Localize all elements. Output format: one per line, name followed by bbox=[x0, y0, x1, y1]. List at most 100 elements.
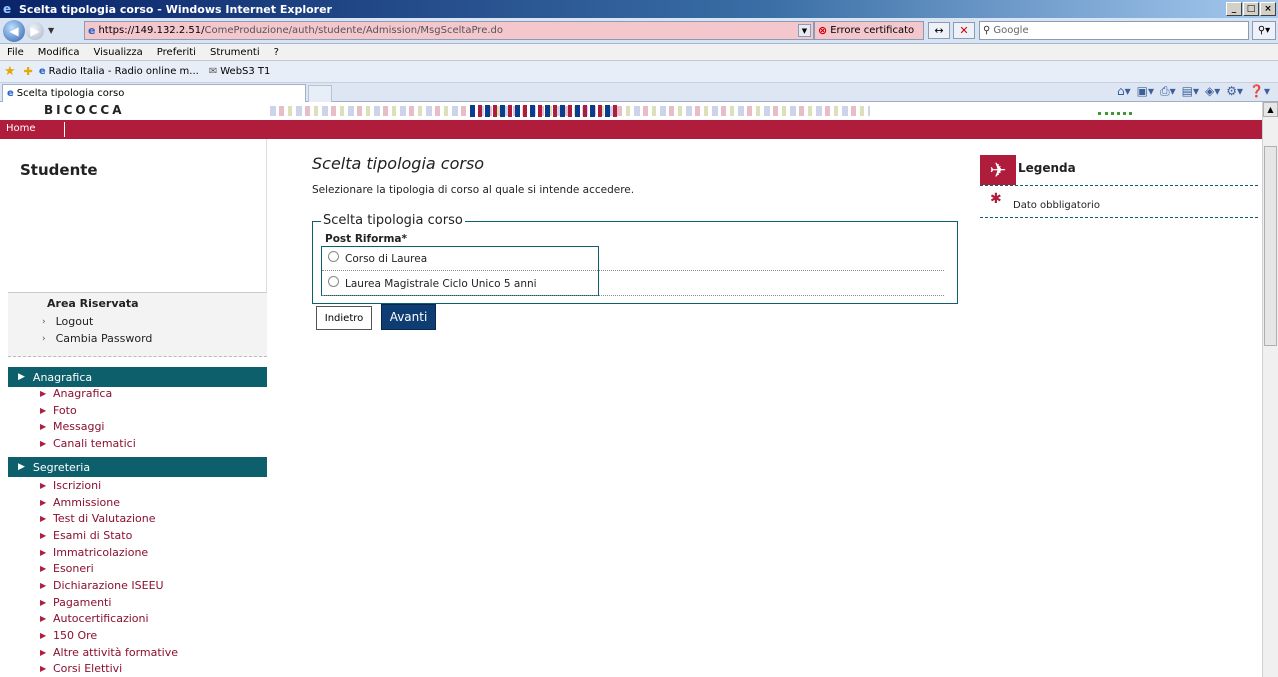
sidebar-item-foto[interactable]: ▶ Foto bbox=[8, 402, 267, 419]
sidebar-item-label: Corsi Elettivi bbox=[53, 662, 123, 676]
new-tab-button[interactable] bbox=[308, 85, 332, 102]
sidebar-item-label: Immatricolazione bbox=[53, 545, 149, 559]
legenda-divider bbox=[980, 217, 1258, 218]
area-riservata: Area Riservata › Logout › Cambia Passwor… bbox=[8, 292, 267, 357]
favorites-bar: ★ ✚ e Radio Italia - Radio online m... ✉… bbox=[0, 61, 1278, 83]
sidebar-item-test-di-valutazione[interactable]: ▶ Test di Valutazione bbox=[8, 510, 267, 527]
tab-label: Scelta tipologia corso bbox=[16, 88, 125, 99]
home-link[interactable]: Home bbox=[6, 123, 36, 134]
back-arrow-icon[interactable]: ◀ bbox=[3, 19, 25, 42]
favorites-star-icon[interactable]: ★ bbox=[4, 64, 16, 79]
menu-visualizza[interactable]: Visualizza bbox=[87, 47, 150, 58]
shield-warning-icon: ⊗ bbox=[818, 24, 828, 37]
tab-scelta-tipologia[interactable]: e Scelta tipologia corso bbox=[2, 84, 306, 102]
home-navbar: Home bbox=[0, 120, 1262, 139]
menu-arrow-icon: ▶ bbox=[40, 664, 47, 674]
stop-icon[interactable]: ✕ bbox=[953, 22, 975, 39]
sidebar-item-label: Pagamenti bbox=[53, 595, 112, 609]
sidebar-item-canali-tematici[interactable]: ▶ Canali tematici bbox=[8, 435, 267, 452]
window-controls: _ □ × bbox=[1226, 2, 1276, 16]
menu-arrow-icon: ▶ bbox=[40, 388, 47, 398]
option-corso-di-laurea[interactable]: Corso di Laurea bbox=[322, 247, 944, 271]
sidebar-item-pagamenti[interactable]: ▶ Pagamenti bbox=[8, 594, 267, 611]
print-icon[interactable]: ⎙▾ bbox=[1160, 84, 1176, 99]
tools-gear-icon[interactable]: ⚙▾ bbox=[1226, 84, 1243, 99]
menu-preferiti[interactable]: Preferiti bbox=[150, 47, 203, 58]
fieldset-legend: Scelta tipologia corso bbox=[321, 213, 465, 228]
option-laurea-magistrale[interactable]: Laurea Magistrale Ciclo Unico 5 anni bbox=[322, 272, 944, 296]
site-banner: BICOCCA bbox=[0, 102, 1262, 120]
menu-arrow-icon: ▶ bbox=[40, 547, 47, 557]
sidebar-item-label: Canali tematici bbox=[53, 436, 136, 450]
sidebar-item-150-ore[interactable]: ▶ 150 Ore bbox=[8, 627, 267, 644]
history-dropdown-icon[interactable]: ▼ bbox=[48, 26, 54, 35]
section-segreteria[interactable]: ▶ Segreteria bbox=[8, 457, 267, 477]
address-toolbar: ◀ ▶ ▼ e https://149.132.2.51/ComeProduzi… bbox=[0, 18, 1278, 44]
address-input[interactable]: e https://149.132.2.51/ComeProduzione/au… bbox=[84, 21, 814, 40]
minimize-button[interactable]: _ bbox=[1226, 2, 1242, 16]
search-go-button[interactable]: ⚲▾ bbox=[1252, 21, 1276, 40]
triangle-right-icon: ▶ bbox=[18, 372, 25, 382]
certificate-error-button[interactable]: ⊗ Errore certificato bbox=[814, 21, 924, 40]
sidebar-item-esoneri[interactable]: ▶ Esoneri bbox=[8, 560, 267, 577]
sidebar-item-autocertificazioni[interactable]: ▶ Autocertificazioni bbox=[8, 611, 267, 628]
address-dropdown-icon[interactable]: ▼ bbox=[798, 24, 811, 37]
sidebar-item-corsi-elettivi[interactable]: ▶ Corsi Elettivi bbox=[8, 661, 267, 677]
sidebar-item-altre-attivita-formative[interactable]: ▶ Altre attività formative bbox=[8, 644, 267, 661]
menu-strumenti[interactable]: Strumenti bbox=[203, 47, 267, 58]
favorite-label: Radio Italia - Radio online m... bbox=[48, 66, 199, 77]
maximize-button[interactable]: □ bbox=[1243, 2, 1259, 16]
sidebar-item-label: Esami di Stato bbox=[53, 528, 133, 542]
radio-corso-di-laurea[interactable] bbox=[328, 250, 339, 262]
change-password-link[interactable]: › Cambia Password bbox=[42, 332, 152, 345]
menu-arrow-icon: ▶ bbox=[40, 514, 47, 524]
sidebar-item-iscrizioni[interactable]: ▶ Iscrizioni bbox=[8, 477, 267, 494]
ie-icon: e bbox=[3, 1, 12, 16]
favorite-link-radio-italia[interactable]: e Radio Italia - Radio online m... bbox=[39, 66, 199, 77]
scroll-up-icon[interactable]: ▲ bbox=[1263, 102, 1278, 117]
menu-help[interactable]: ? bbox=[267, 47, 286, 58]
favorite-link-webs3[interactable]: ✉ WebS3 T1 bbox=[209, 66, 271, 77]
chevron-right-icon: › bbox=[42, 316, 46, 327]
option-label: Corso di Laurea bbox=[345, 253, 428, 265]
search-placeholder: Google bbox=[993, 25, 1029, 36]
logout-link[interactable]: › Logout bbox=[42, 315, 93, 328]
menu-modifica[interactable]: Modifica bbox=[31, 47, 87, 58]
scroll-thumb[interactable] bbox=[1264, 146, 1277, 346]
web-page: BICOCCA Home Studente Area Riservata › L… bbox=[0, 102, 1262, 677]
sidebar-item-esami-di-stato[interactable]: ▶ Esami di Stato bbox=[8, 527, 267, 544]
page-menu-icon[interactable]: ▤▾ bbox=[1182, 84, 1199, 99]
section-title: Anagrafica bbox=[32, 370, 93, 384]
add-favorite-icon[interactable]: ✚ bbox=[24, 65, 33, 78]
next-button[interactable]: Avanti bbox=[381, 304, 436, 330]
feeds-icon[interactable]: ▣▾ bbox=[1137, 84, 1154, 99]
sidebar-item-messaggi[interactable]: ▶ Messaggi bbox=[8, 418, 267, 435]
url-host: https://149.132.2.51/ bbox=[98, 25, 205, 36]
course-type-fieldset: Scelta tipologia corso Post Riforma* Cor… bbox=[312, 213, 958, 304]
sidebar-item-dichiarazione-iseeu[interactable]: ▶ Dichiarazione ISEEU bbox=[8, 577, 267, 594]
sidebar-item-ammissione[interactable]: ▶ Ammissione bbox=[8, 494, 267, 511]
menu-arrow-icon: ▶ bbox=[40, 580, 47, 590]
sidebar: Studente Area Riservata › Logout › Cambi… bbox=[8, 139, 267, 677]
radio-laurea-magistrale[interactable] bbox=[328, 275, 339, 287]
sidebar-item-anagrafica[interactable]: ▶ Anagrafica bbox=[8, 385, 267, 402]
page-scrollbar[interactable]: ▲ bbox=[1262, 102, 1278, 677]
help-icon[interactable]: ❓▾ bbox=[1249, 84, 1270, 99]
anagrafica-menu: ▶ Anagrafica ▶ Foto ▶ Messaggi ▶ Canali tema… bbox=[8, 385, 267, 452]
back-button[interactable]: Indietro bbox=[316, 306, 372, 330]
search-input[interactable]: ⚲ Google bbox=[979, 21, 1249, 40]
menu-file[interactable]: File bbox=[0, 47, 31, 58]
refresh-icon[interactable]: ↔ bbox=[928, 22, 950, 39]
sidebar-item-label: 150 Ore bbox=[53, 629, 98, 643]
section-anagrafica[interactable]: ▶ Anagrafica bbox=[8, 367, 267, 387]
ie-page-icon: e bbox=[7, 88, 14, 99]
home-icon[interactable]: ⌂▾ bbox=[1117, 84, 1131, 99]
area-riservata-title: Area Riservata bbox=[47, 297, 139, 310]
menu-arrow-icon: ▶ bbox=[40, 647, 47, 657]
sidebar-item-immatricolazione[interactable]: ▶ Immatricolazione bbox=[8, 544, 267, 561]
forward-arrow-icon[interactable]: ▶ bbox=[26, 21, 44, 40]
radio-group: Corso di Laurea Laurea Magistrale Ciclo … bbox=[321, 246, 944, 296]
close-button[interactable]: × bbox=[1260, 2, 1276, 16]
ie-page-icon: e bbox=[38, 66, 46, 77]
safety-icon[interactable]: ◈▾ bbox=[1205, 84, 1220, 99]
